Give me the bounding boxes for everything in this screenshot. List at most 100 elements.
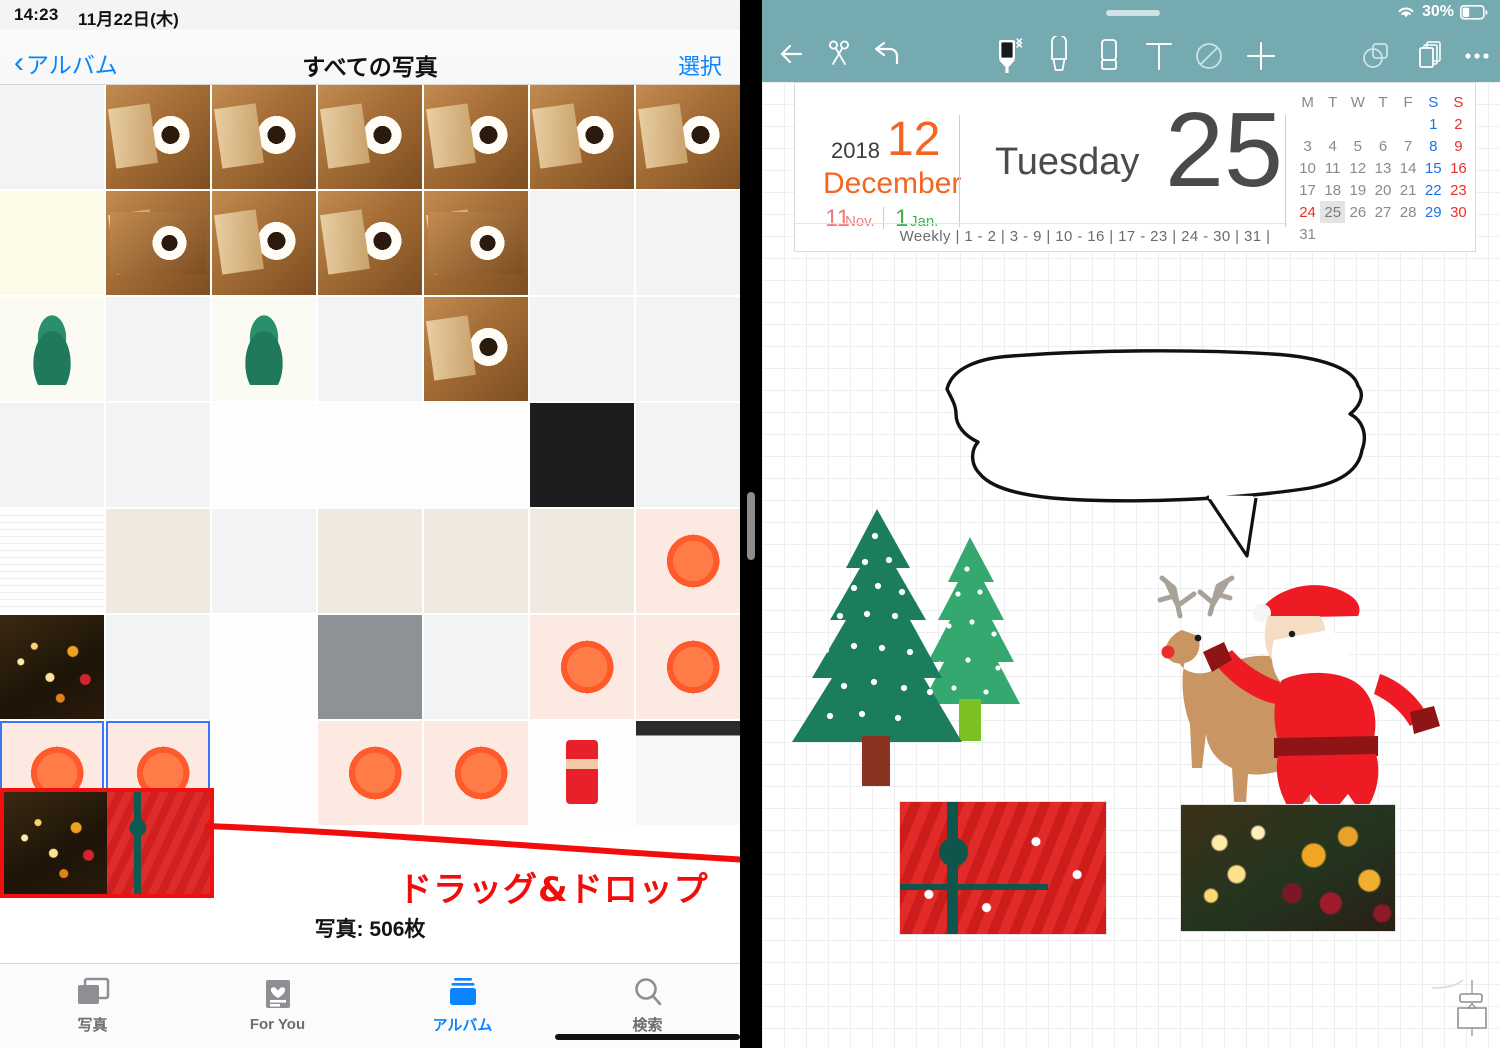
notebook-photo-lights[interactable] [1180, 804, 1396, 932]
add-button[interactable] [1242, 36, 1280, 72]
calendar-day-cell[interactable]: 16 [1446, 157, 1471, 179]
split-view-drag-handle[interactable] [747, 492, 755, 560]
lasso-tool[interactable] [1190, 36, 1228, 72]
photo-thumbnail[interactable] [0, 403, 104, 507]
calendar-day-cell[interactable]: 9 [1446, 135, 1471, 157]
back-button[interactable] [774, 36, 812, 72]
santa-sticker[interactable] [1203, 585, 1440, 836]
calendar-day-cell[interactable]: 6 [1370, 135, 1395, 157]
photo-thumbnail[interactable] [318, 509, 422, 613]
calendar-day-cell[interactable]: 8 [1421, 135, 1446, 157]
photo-grid[interactable] [0, 85, 740, 825]
window-grabber-handle[interactable] [1106, 10, 1160, 16]
photo-thumbnail[interactable] [318, 615, 422, 719]
mini-calendar[interactable]: MTWTFSS 1 2 3 4 5 6 7 8 9 10 11 12 13 14 15 16 17 18 19 20 2… [1295, 91, 1471, 245]
selected-thumb-lights[interactable] [4, 792, 107, 894]
calendar-day-cell[interactable]: 1 [1421, 113, 1446, 135]
calendar-day-cell[interactable]: 17 [1295, 179, 1320, 201]
photo-thumbnail[interactable] [636, 403, 740, 507]
photo-thumbnail[interactable] [318, 721, 422, 825]
photo-thumbnail[interactable] [318, 85, 422, 189]
cut-button[interactable] [820, 36, 858, 72]
photo-thumbnail[interactable] [212, 509, 316, 613]
photo-thumbnail[interactable] [636, 721, 740, 825]
notebook-photo-gift[interactable] [899, 801, 1107, 935]
photo-thumbnail[interactable] [0, 191, 104, 295]
photo-thumbnail[interactable] [636, 85, 740, 189]
photo-thumbnail[interactable] [530, 191, 634, 295]
calendar-day-cell[interactable]: 25 [1320, 201, 1346, 223]
calendar-day-cell[interactable]: 24 [1295, 201, 1320, 223]
calendar-day-cell[interactable]: 31 [1295, 223, 1320, 245]
photo-thumbnail[interactable] [636, 615, 740, 719]
photo-thumbnail[interactable] [530, 509, 634, 613]
calendar-day-cell[interactable]: 7 [1396, 135, 1421, 157]
select-button[interactable]: 選択 [678, 49, 722, 81]
photo-thumbnail[interactable] [212, 191, 316, 295]
photo-thumbnail[interactable] [636, 509, 740, 613]
calendar-day-cell[interactable]: 5 [1345, 135, 1370, 157]
photo-thumbnail[interactable] [424, 615, 528, 719]
photo-thumbnail[interactable] [530, 615, 634, 719]
photo-thumbnail[interactable] [0, 615, 104, 719]
calendar-day-cell[interactable]: 27 [1370, 201, 1395, 223]
pen-tool[interactable] [990, 36, 1028, 73]
photo-thumbnail[interactable] [106, 191, 210, 295]
calendar-day-cell[interactable]: 26 [1345, 201, 1370, 223]
calendar-day-cell[interactable]: 30 [1446, 201, 1471, 223]
calendar-day-cell[interactable]: 11 [1320, 157, 1345, 179]
photo-thumbnail[interactable] [530, 85, 634, 189]
photo-thumbnail[interactable] [530, 403, 634, 507]
reindeer-sticker[interactable] [1157, 575, 1330, 802]
photo-thumbnail[interactable] [424, 297, 528, 401]
page-corner-widget[interactable] [1432, 980, 1492, 1036]
photo-thumbnail[interactable] [530, 297, 634, 401]
calendar-day-cell[interactable]: 3 [1295, 135, 1320, 157]
highlighter-tool[interactable] [1040, 36, 1078, 72]
photo-thumbnail[interactable] [106, 85, 210, 189]
tab-for-you[interactable]: For You [185, 964, 370, 1048]
calendar-day-cell[interactable]: 2 [1446, 113, 1471, 135]
calendar-day-cell[interactable]: 13 [1370, 157, 1395, 179]
photo-thumbnail[interactable] [212, 615, 316, 719]
calendar-day-cell[interactable]: 22 [1421, 179, 1446, 201]
photo-thumbnail[interactable] [0, 85, 104, 189]
tab-albums[interactable]: アルバム [370, 964, 555, 1048]
undo-button[interactable] [868, 36, 906, 72]
calendar-day-cell[interactable]: 21 [1396, 179, 1421, 201]
calendar-day-cell[interactable]: 12 [1345, 157, 1370, 179]
photo-thumbnail[interactable] [424, 85, 528, 189]
photo-thumbnail[interactable] [0, 297, 104, 401]
photo-thumbnail[interactable] [318, 297, 422, 401]
calendar-day-cell[interactable]: 29 [1421, 201, 1446, 223]
christmas-tree-large[interactable] [792, 509, 962, 786]
photo-thumbnail[interactable] [106, 615, 210, 719]
photo-thumbnail[interactable] [318, 191, 422, 295]
tab-photos[interactable]: 写真 [0, 964, 185, 1048]
photo-thumbnail[interactable] [106, 403, 210, 507]
photo-thumbnail[interactable] [212, 721, 316, 825]
speech-bubble[interactable] [945, 349, 1367, 558]
photo-thumbnail[interactable] [318, 403, 422, 507]
photo-thumbnail[interactable] [212, 403, 316, 507]
selected-thumb-gift[interactable] [107, 792, 210, 894]
calendar-day-cell[interactable]: 28 [1396, 201, 1421, 223]
notebook-canvas[interactable]: 2018 12 December 11 Nov. 1 Jan. Tuesday … [762, 82, 1500, 1048]
calendar-day-cell[interactable]: 14 [1396, 157, 1421, 179]
photo-thumbnail[interactable] [0, 509, 104, 613]
text-tool[interactable] [1140, 36, 1178, 72]
photo-thumbnail[interactable] [424, 191, 528, 295]
shape-tool[interactable] [1357, 36, 1395, 72]
calendar-day-cell[interactable]: 19 [1345, 179, 1370, 201]
photo-thumbnail[interactable] [424, 721, 528, 825]
photo-thumbnail[interactable] [212, 85, 316, 189]
photo-thumbnail[interactable] [212, 297, 316, 401]
calendar-day-cell[interactable]: 4 [1320, 135, 1345, 157]
photo-thumbnail[interactable] [106, 509, 210, 613]
calendar-day-cell[interactable]: 10 [1295, 157, 1320, 179]
calendar-day-cell[interactable]: 23 [1446, 179, 1471, 201]
pages-button[interactable] [1410, 36, 1448, 72]
photo-thumbnail[interactable] [106, 297, 210, 401]
christmas-tree-small[interactable] [922, 537, 1020, 741]
eraser-tool[interactable] [1090, 36, 1128, 72]
